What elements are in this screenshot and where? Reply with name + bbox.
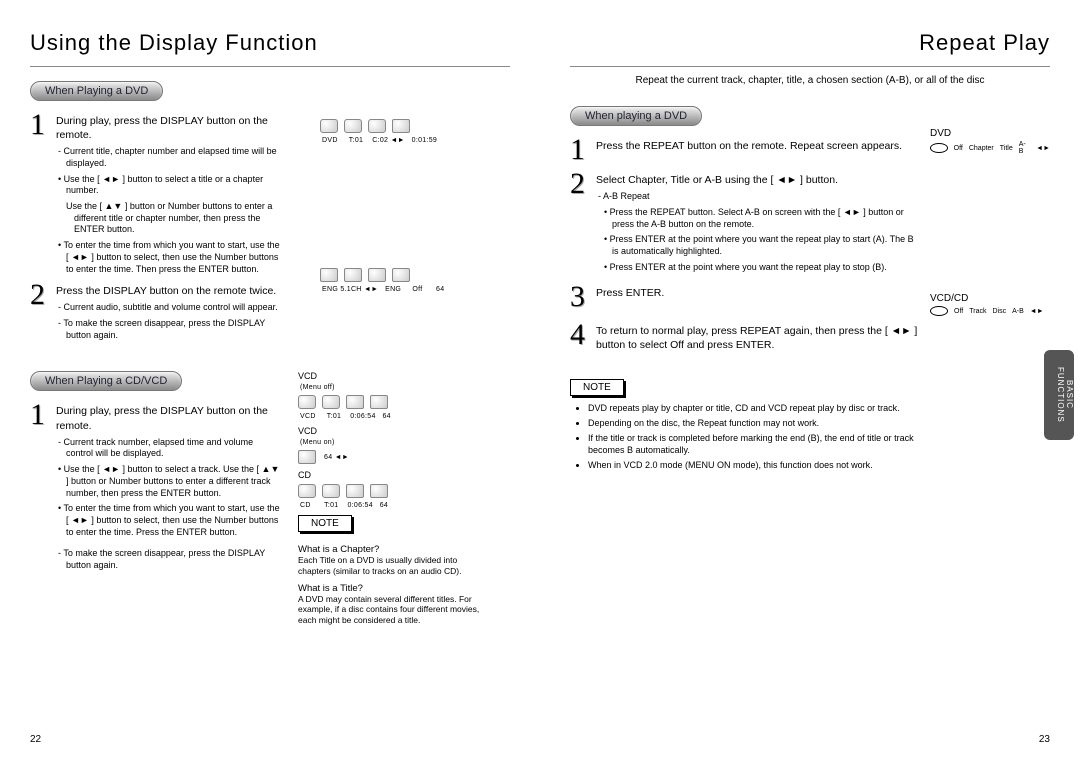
step-text: Press ENTER. (596, 283, 920, 300)
clock-icon (322, 484, 340, 498)
step-1-cdvcd: 1 During play, press the DISPLAY button … (30, 401, 280, 571)
disc-icon (298, 395, 316, 409)
note-item: DVD repeats play by chapter or title, CD… (588, 402, 920, 414)
time-icon (346, 395, 364, 409)
qa-body-chapter: Each Title on a DVD is usually divided i… (298, 555, 490, 576)
step-sub-head: - A-B Repeat (596, 191, 920, 203)
repeat-osd-bar-vcdcd: Off Track Disc A-B ◄► (930, 306, 1050, 316)
step-sub: • To enter the time from which you want … (56, 240, 280, 275)
subtitle-icon (344, 268, 362, 282)
step-sub: • Use the [ ◄► ] button to select a titl… (56, 174, 280, 197)
qa-head-title: What is a Title? (298, 583, 490, 594)
time-icon (346, 484, 364, 498)
step-sub: - To make the screen disappear, press th… (56, 548, 280, 571)
volume-icon (370, 484, 388, 498)
page-left: Using the Display Function When Playing … (0, 0, 540, 765)
section-heading-cdvcd: When Playing a CD/VCD (30, 371, 182, 391)
section-heading-dvd: When Playing a DVD (30, 81, 163, 101)
step-number: 1 (570, 136, 596, 164)
step-text: Press the REPEAT button on the remote. R… (596, 136, 920, 153)
osd-row-vcd-on: 64 ◄► (298, 450, 490, 464)
rule (30, 66, 510, 67)
step-number: 3 (570, 283, 596, 311)
step-number: 4 (570, 321, 596, 349)
repeat-step-4: 4 To return to normal play, press REPEAT… (570, 321, 920, 352)
step-sub: • Press ENTER at the point where you wan… (596, 234, 920, 257)
step-number: 2 (30, 281, 56, 309)
osd-caption: ENG 5.1CH ◄► ENG Off 64 (322, 286, 490, 293)
off-icon (368, 268, 386, 282)
disc-icon (320, 119, 338, 133)
time-icon (392, 119, 410, 133)
step-text: Select Chapter, Title or A-B using the [… (596, 173, 920, 187)
clock-icon (368, 119, 386, 133)
osd-caption: CD T:01 0:06:54 64 (300, 502, 490, 509)
repeat-icon (930, 306, 948, 316)
note-item: Depending on the disc, the Repeat functi… (588, 417, 920, 429)
step-text: To return to normal play, press REPEAT a… (596, 321, 920, 352)
section-heading-repeat-dvd: When playing a DVD (570, 106, 702, 126)
page-title-right: Repeat Play (570, 30, 1050, 56)
page-number-left: 22 (30, 734, 41, 745)
repeat-step-3: 3 Press ENTER. (570, 283, 920, 311)
step-2-dvd: 2 Press the DISPLAY button on the remote… (30, 281, 280, 341)
intro-text: Repeat the current track, chapter, title… (570, 75, 1050, 86)
step-sub: • Press ENTER at the point where you wan… (596, 262, 920, 274)
osd-icon-row-1 (320, 119, 490, 133)
volume-icon (298, 450, 316, 464)
step-text: Press the DISPLAY button on the remote t… (56, 284, 280, 298)
step-sub: • To enter the time from which you want … (56, 503, 280, 538)
clock-icon (322, 395, 340, 409)
qa-body-title: A DVD may contain several different titl… (298, 594, 490, 626)
repeat-step-2: 2 Select Chapter, Title or A-B using the… (570, 170, 920, 273)
osd-caption: VCD T:01 0:06:54 64 (300, 413, 490, 420)
volume-icon (392, 268, 410, 282)
step-sub: - Current audio, subtitle and volume con… (56, 302, 280, 314)
repeat-osd-label-dvd: DVD (930, 128, 1050, 139)
disc-icon (298, 484, 316, 498)
clock-icon (344, 119, 362, 133)
note-list: DVD repeats play by chapter or title, CD… (570, 402, 920, 472)
page-number-right: 23 (1039, 734, 1050, 745)
media-label-cd: CD (298, 470, 490, 480)
osd-row-vcd-off (298, 395, 490, 409)
note-box: NOTE (298, 515, 352, 532)
repeat-step-1: 1 Press the REPEAT button on the remote.… (570, 136, 920, 164)
note-item: When in VCD 2.0 mode (MENU ON mode), thi… (588, 459, 920, 471)
step-sub: - Current title, chapter number and elap… (56, 146, 280, 169)
osd-icon-row-2 (320, 268, 490, 282)
volume-icon (370, 395, 388, 409)
step-1-dvd: 1 During play, press the DISPLAY button … (30, 111, 280, 275)
note-box: NOTE (570, 379, 624, 396)
step-sub: Use the [ ▲▼ ] button or Number buttons … (56, 201, 280, 236)
repeat-osd-bar-dvd: Off Chapter Title A-B ◄► (930, 141, 1050, 155)
step-number: 1 (30, 111, 56, 139)
note-item: If the title or track is completed befor… (588, 432, 920, 456)
media-label-vcd-on: VCD (Menu on) (298, 426, 490, 446)
repeat-icon (930, 143, 948, 153)
qa-head-chapter: What is a Chapter? (298, 544, 490, 555)
step-text: During play, press the DISPLAY button on… (56, 404, 280, 432)
osd-caption: DVD T:01 C:02 ◄► 0:01:59 (322, 137, 490, 144)
page-title-left: Using the Display Function (30, 30, 510, 56)
step-number: 1 (30, 401, 56, 429)
audio-icon (320, 268, 338, 282)
media-label-vcd-off: VCD (Menu off) (298, 371, 490, 391)
repeat-osd-label-vcdcd: VCD/CD (930, 293, 1050, 304)
step-text: During play, press the DISPLAY button on… (56, 114, 280, 142)
side-tab-basic-functions: BASIC FUNCTIONS (1044, 350, 1074, 440)
step-sub: • Press the REPEAT button. Select A-B on… (596, 207, 920, 230)
step-sub: - To make the screen disappear, press th… (56, 318, 280, 341)
rule (570, 66, 1050, 67)
step-sub: • Use the [ ◄► ] button to select a trac… (56, 464, 280, 499)
step-number: 2 (570, 170, 596, 198)
osd-row-cd (298, 484, 490, 498)
step-sub: - Current track number, elapsed time and… (56, 437, 280, 460)
page-right: Repeat Play Repeat the current track, ch… (540, 0, 1080, 765)
